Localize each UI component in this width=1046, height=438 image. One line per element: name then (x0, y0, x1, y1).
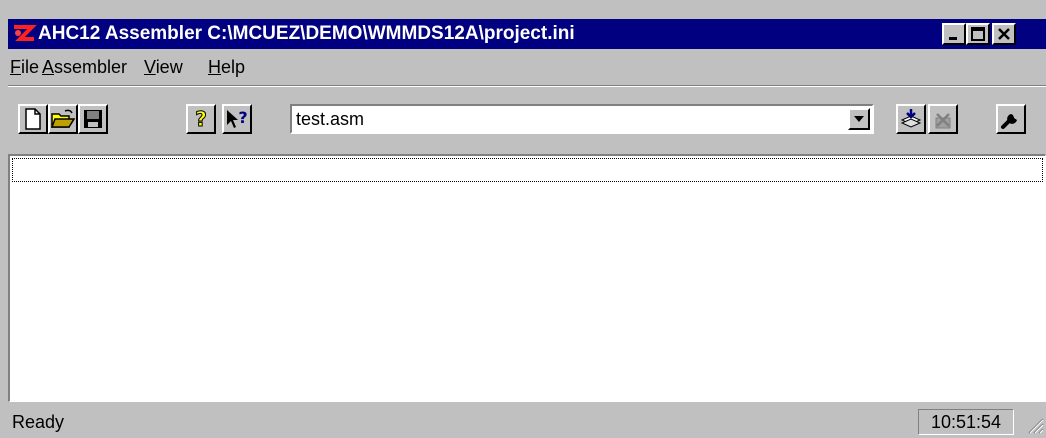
menu-view[interactable]: View (144, 53, 183, 81)
menu-bar: File Assembler View Help (8, 53, 1046, 81)
save-disk-icon (84, 110, 102, 128)
maximize-icon (971, 27, 985, 41)
assembler-window: AHC12 Assembler C:\MCUEZ\DEMO\WMMDS12A\p… (8, 9, 1046, 438)
new-file-icon (25, 108, 41, 130)
close-button[interactable] (992, 23, 1016, 45)
menu-assembler-label: ssembler (54, 57, 128, 77)
menu-file[interactable]: File (10, 53, 39, 81)
file-combo[interactable]: test.asm (290, 104, 874, 134)
assemble-disabled-icon (935, 113, 951, 129)
assemble-button[interactable] (896, 104, 926, 134)
menu-assembler[interactable]: Assembler (42, 53, 127, 81)
context-help-icon: ? (227, 108, 248, 128)
app-logo-icon (14, 25, 37, 41)
close-icon (998, 28, 1010, 40)
status-bar: Ready 10:51:54 (8, 404, 1046, 438)
save-button[interactable] (78, 104, 108, 134)
menu-view-accel: V (144, 57, 156, 77)
help-button[interactable]: ? (186, 104, 216, 134)
assemble-disabled-button[interactable] (928, 104, 958, 134)
open-folder-icon (51, 109, 75, 128)
open-button[interactable] (48, 104, 78, 134)
status-text: Ready (12, 412, 65, 432)
options-wrench-icon (1001, 114, 1017, 129)
file-combo-value: test.asm (296, 109, 365, 129)
svg-text:?: ? (238, 108, 247, 127)
new-button[interactable] (18, 104, 48, 134)
window-title: AHC12 Assembler C:\MCUEZ\DEMO\WMMDS12A\p… (38, 23, 575, 44)
context-help-button[interactable]: ? (222, 104, 252, 134)
title-bar[interactable]: AHC12 Assembler C:\MCUEZ\DEMO\WMMDS12A\p… (8, 19, 1046, 49)
output-line-selected[interactable] (12, 158, 1043, 182)
menu-assembler-accel: A (42, 57, 55, 77)
assemble-icon (900, 109, 922, 128)
chevron-down-icon (854, 116, 864, 122)
file-combo-dropdown-button[interactable] (848, 108, 870, 130)
menu-help-label: elp (221, 57, 246, 77)
output-panel[interactable] (8, 154, 1046, 402)
toolbar: ? ? test.asm (8, 93, 1046, 141)
maximize-button[interactable] (966, 23, 990, 45)
menu-separator (8, 85, 1046, 87)
minimize-icon (949, 37, 957, 40)
minimize-button[interactable] (942, 23, 966, 45)
menu-help-accel: H (208, 57, 221, 77)
resize-grip-icon[interactable] (1024, 414, 1044, 434)
menu-file-label: ile (21, 57, 40, 77)
menu-file-accel: F (10, 57, 21, 77)
help-icon: ? (195, 108, 208, 130)
svg-text:?: ? (195, 108, 207, 130)
menu-view-label: iew (155, 57, 183, 77)
status-clock: 10:51:54 (918, 409, 1014, 435)
menu-help[interactable]: Help (208, 53, 245, 81)
options-button[interactable] (996, 104, 1026, 134)
